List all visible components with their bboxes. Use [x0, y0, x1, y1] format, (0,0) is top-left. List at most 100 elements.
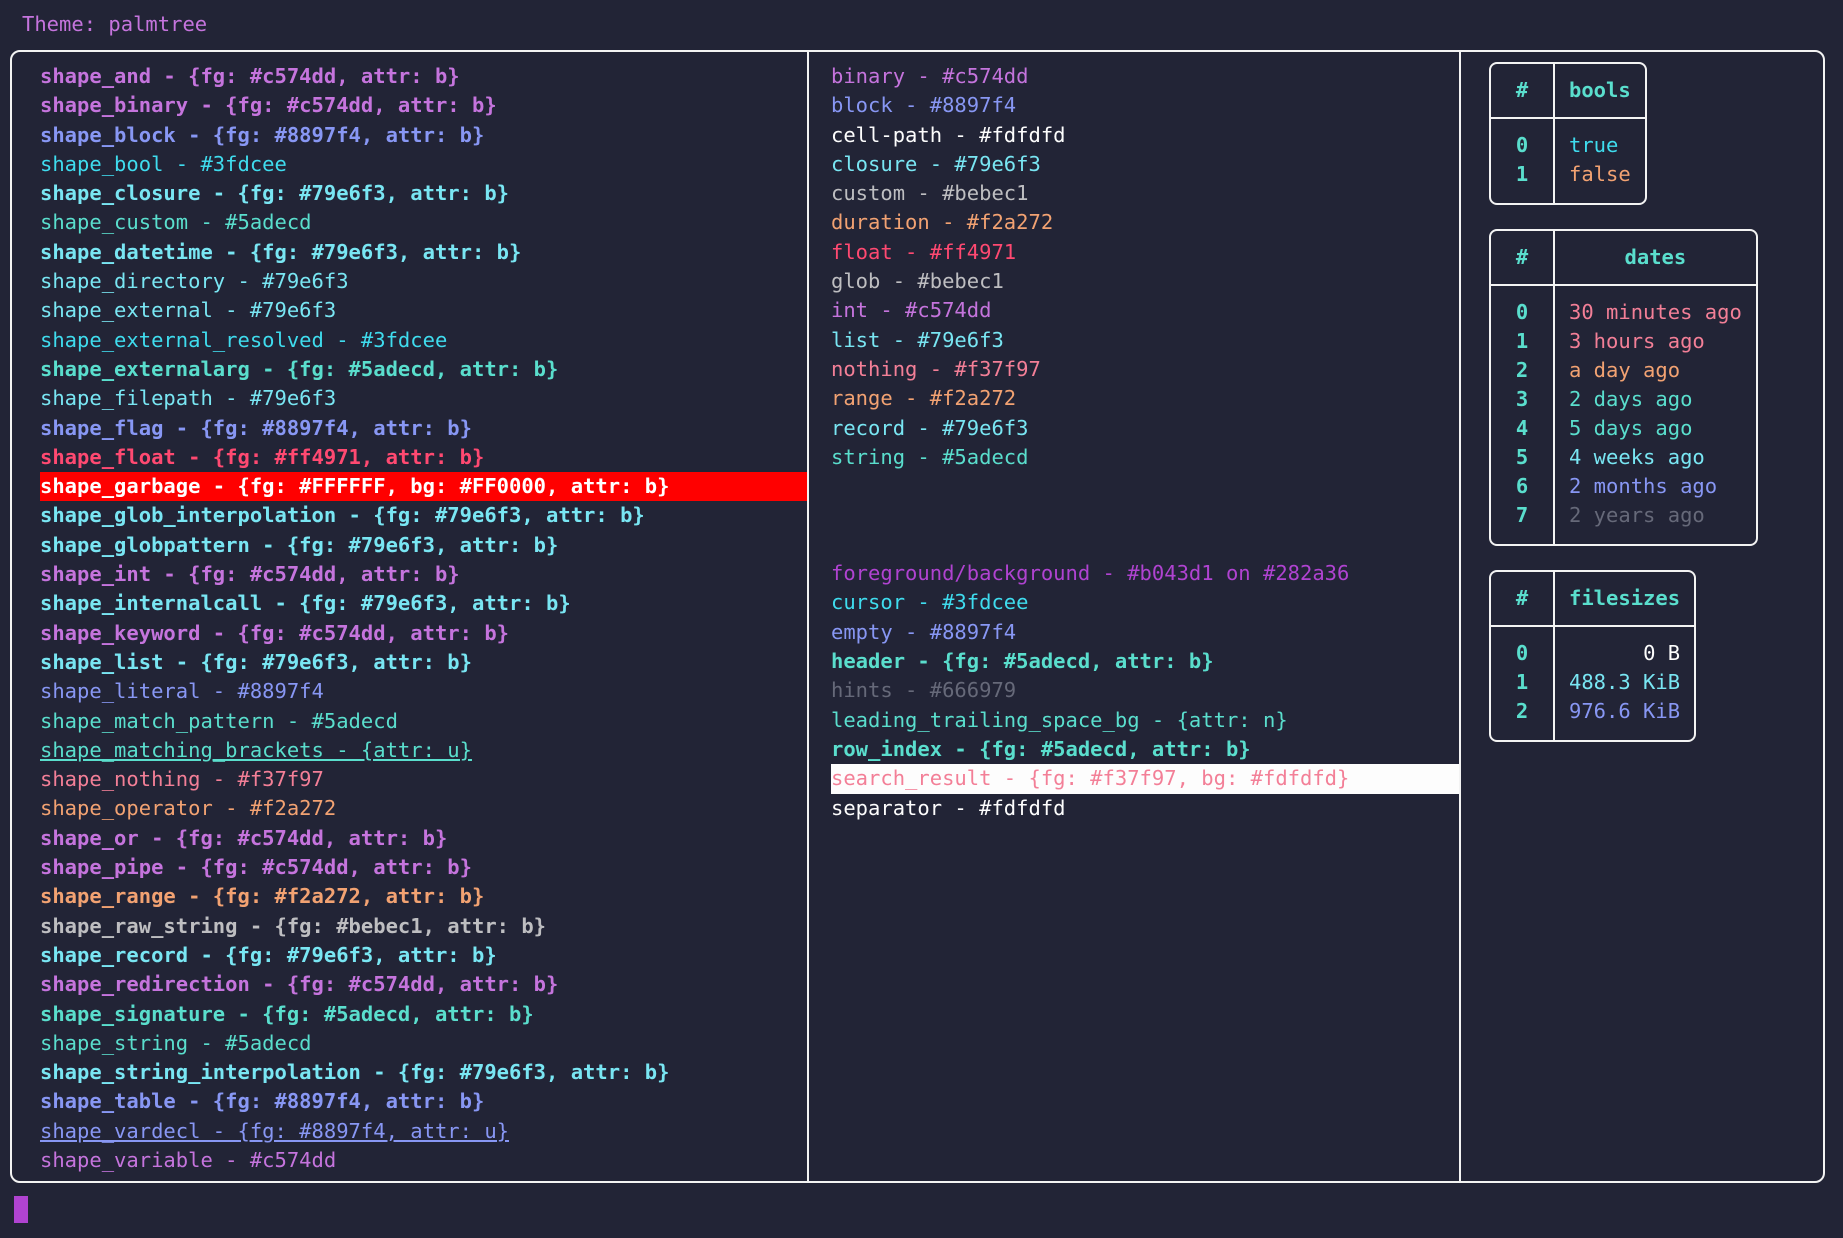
shape-entry-line: shape_literal - #8897f4	[40, 677, 807, 706]
shape-entry-line: shape_redirection - {fg: #c574dd, attr: …	[40, 970, 807, 999]
table-filesizes: # filesizes 0 0 B 1 488.3 KiB 2 976.6 KiB	[1489, 570, 1697, 742]
shape-entry-label: shape_closure - {fg: #79e6f3, attr: b}	[40, 181, 509, 206]
row-value: 2 years ago	[1569, 503, 1705, 527]
row-index: 5	[1491, 443, 1555, 472]
row-index: 2	[1491, 697, 1555, 740]
table-row: 3 2 days ago	[1491, 385, 1756, 414]
column-header-index: #	[1491, 231, 1555, 286]
row-value: 976.6 KiB	[1569, 699, 1681, 723]
shape-entry-line: shape_vardecl - {fg: #8897f4, attr: u}	[40, 1117, 807, 1146]
ui-entry-label: header - {fg: #5adecd, attr: b}	[831, 649, 1214, 674]
shape-entry-line: shape_binary - {fg: #c574dd, attr: b}	[40, 91, 807, 120]
table-row: 6 2 months ago	[1491, 472, 1756, 501]
row-value: 5 days ago	[1569, 416, 1693, 440]
row-index: 0	[1491, 286, 1555, 327]
type-entry-line: float - #ff4971	[831, 238, 1459, 267]
row-value: 2 months ago	[1569, 474, 1718, 498]
type-entry-line: binary - #c574dd	[831, 62, 1459, 91]
shape-entry-line: shape_custom - #5adecd	[40, 208, 807, 237]
shape-entry-label: shape_garbage - {fg: #FFFFFF, bg: #FF000…	[40, 474, 670, 499]
shape-entry-label: shape_nothing - #f37f97	[40, 767, 324, 792]
shape-entry-line: shape_matching_brackets - {attr: u}	[40, 736, 807, 765]
type-entry-line: closure - #79e6f3	[831, 150, 1459, 179]
shape-entry-line: shape_block - {fg: #8897f4, attr: b}	[40, 121, 807, 150]
type-entry-line: int - #c574dd	[831, 296, 1459, 325]
shape-entry-line: shape_nothing - #f37f97	[40, 765, 807, 794]
shape-entry-label: shape_vardecl - {fg: #8897f4, attr: u}	[40, 1118, 509, 1143]
row-index: 2	[1491, 356, 1555, 385]
ui-entry-label: separator - #fdfdfd	[831, 795, 1066, 820]
cursor-block	[14, 1196, 28, 1223]
ui-entry-line: cursor - #3fdcee	[831, 588, 1459, 617]
type-entry-line: nothing - #f37f97	[831, 355, 1459, 384]
ui-entry-label: search_result - {fg: #f37f97, bg: #fdfdf…	[831, 766, 1350, 791]
ui-entry-line: hints - #666979	[831, 676, 1459, 705]
table-row: 0 0 B	[1491, 627, 1694, 668]
shape-entry-label: shape_bool - #3fdcee	[40, 151, 287, 176]
table-row: 5 4 weeks ago	[1491, 443, 1756, 472]
shape-entry-line: shape_record - {fg: #79e6f3, attr: b}	[40, 941, 807, 970]
shape-entry-line: shape_keyword - {fg: #c574dd, attr: b}	[40, 619, 807, 648]
shape-entry-line: shape_flag - {fg: #8897f4, attr: b}	[40, 414, 807, 443]
shape-entry-line: shape_or - {fg: #c574dd, attr: b}	[40, 824, 807, 853]
type-entry-label: range - #f2a272	[831, 386, 1017, 411]
type-entry-label: string - #5adecd	[831, 444, 1029, 469]
shape-entry-label: shape_redirection - {fg: #c574dd, attr: …	[40, 972, 559, 997]
shape-entry-line: shape_internalcall - {fg: #79e6f3, attr:…	[40, 589, 807, 618]
ui-entry-label: leading_trailing_space_bg - {attr: n}	[831, 707, 1288, 732]
row-value: 488.3 KiB	[1569, 670, 1681, 694]
row-value: 3 hours ago	[1569, 329, 1705, 353]
shape-entry-label: shape_flag - {fg: #8897f4, attr: b}	[40, 415, 472, 440]
type-entry-line: cell-path - #fdfdfd	[831, 121, 1459, 150]
type-entry-label: glob - #bebec1	[831, 269, 1004, 294]
shape-entry-line: shape_pipe - {fg: #c574dd, attr: b}	[40, 853, 807, 882]
terminal-screen: Theme: palmtree shape_and - {fg: #c574dd…	[0, 0, 1843, 1238]
table-row: 2 a day ago	[1491, 356, 1756, 385]
type-entry-label: int - #c574dd	[831, 298, 992, 323]
shape-entry-line: shape_operator - #f2a272	[40, 794, 807, 823]
column-header-value: filesizes	[1555, 572, 1695, 627]
shape-entry-line: shape_directory - #79e6f3	[40, 267, 807, 296]
shape-entry-line: shape_range - {fg: #f2a272, attr: b}	[40, 882, 807, 911]
row-index: 3	[1491, 385, 1555, 414]
type-entry-label: block - #8897f4	[831, 93, 1017, 118]
type-entry-line: block - #8897f4	[831, 91, 1459, 120]
shape-entry-label: shape_matching_brackets - {attr: u}	[40, 737, 472, 762]
type-entry-label: float - #ff4971	[831, 239, 1017, 264]
types-column: binary - #c574dd block - #8897f4 cell-path…	[807, 52, 1459, 1181]
ui-entry-line: empty - #8897f4	[831, 618, 1459, 647]
shape-entry-label: shape_int - {fg: #c574dd, attr: b}	[40, 562, 460, 587]
shape-entry-line: shape_variable - #c574dd	[40, 1146, 807, 1175]
ui-entry-label: hints - #666979	[831, 678, 1017, 703]
type-entry-line: range - #f2a272	[831, 384, 1459, 413]
row-index: 1	[1491, 327, 1555, 356]
shape-entry-line: shape_table - {fg: #8897f4, attr: b}	[40, 1087, 807, 1116]
table-row: 7 2 years ago	[1491, 501, 1756, 544]
types-list: binary - #c574dd block - #8897f4 cell-path…	[831, 62, 1459, 472]
shape-entry-label: shape_float - {fg: #ff4971, attr: b}	[40, 444, 485, 469]
row-value: false	[1569, 162, 1631, 186]
shape-entry-line: shape_datetime - {fg: #79e6f3, attr: b}	[40, 238, 807, 267]
shape-entry-label: shape_internalcall - {fg: #79e6f3, attr:…	[40, 591, 571, 616]
table-row: 1 3 hours ago	[1491, 327, 1756, 356]
shape-entry-line: shape_external - #79e6f3	[40, 296, 807, 325]
row-index: 1	[1491, 668, 1555, 697]
shape-entry-label: shape_variable - #c574dd	[40, 1147, 337, 1172]
theme-title: Theme: palmtree	[22, 12, 208, 36]
shape-entry-line: shape_glob_interpolation - {fg: #79e6f3,…	[40, 501, 807, 530]
shape-entry-label: shape_range - {fg: #f2a272, attr: b}	[40, 884, 485, 909]
ui-elements-list: foreground/background - #b043d1 on #282a…	[831, 559, 1459, 823]
shape-entry-label: shape_globpattern - {fg: #79e6f3, attr: …	[40, 532, 559, 557]
row-value: a day ago	[1569, 358, 1681, 382]
column-header-index: #	[1491, 572, 1555, 627]
row-value: true	[1569, 133, 1619, 157]
shape-entry-line: shape_externalarg - {fg: #5adecd, attr: …	[40, 355, 807, 384]
type-entry-label: closure - #79e6f3	[831, 151, 1041, 176]
table-row: 2 976.6 KiB	[1491, 697, 1694, 740]
shape-entry-label: shape_external - #79e6f3	[40, 298, 337, 323]
shape-entry-label: shape_match_pattern - #5adecd	[40, 708, 398, 733]
shape-entry-label: shape_datetime - {fg: #79e6f3, attr: b}	[40, 239, 522, 264]
shape-entry-line: shape_closure - {fg: #79e6f3, attr: b}	[40, 179, 807, 208]
row-value: 0 B	[1643, 641, 1681, 665]
type-entry-label: custom - #bebec1	[831, 181, 1029, 206]
